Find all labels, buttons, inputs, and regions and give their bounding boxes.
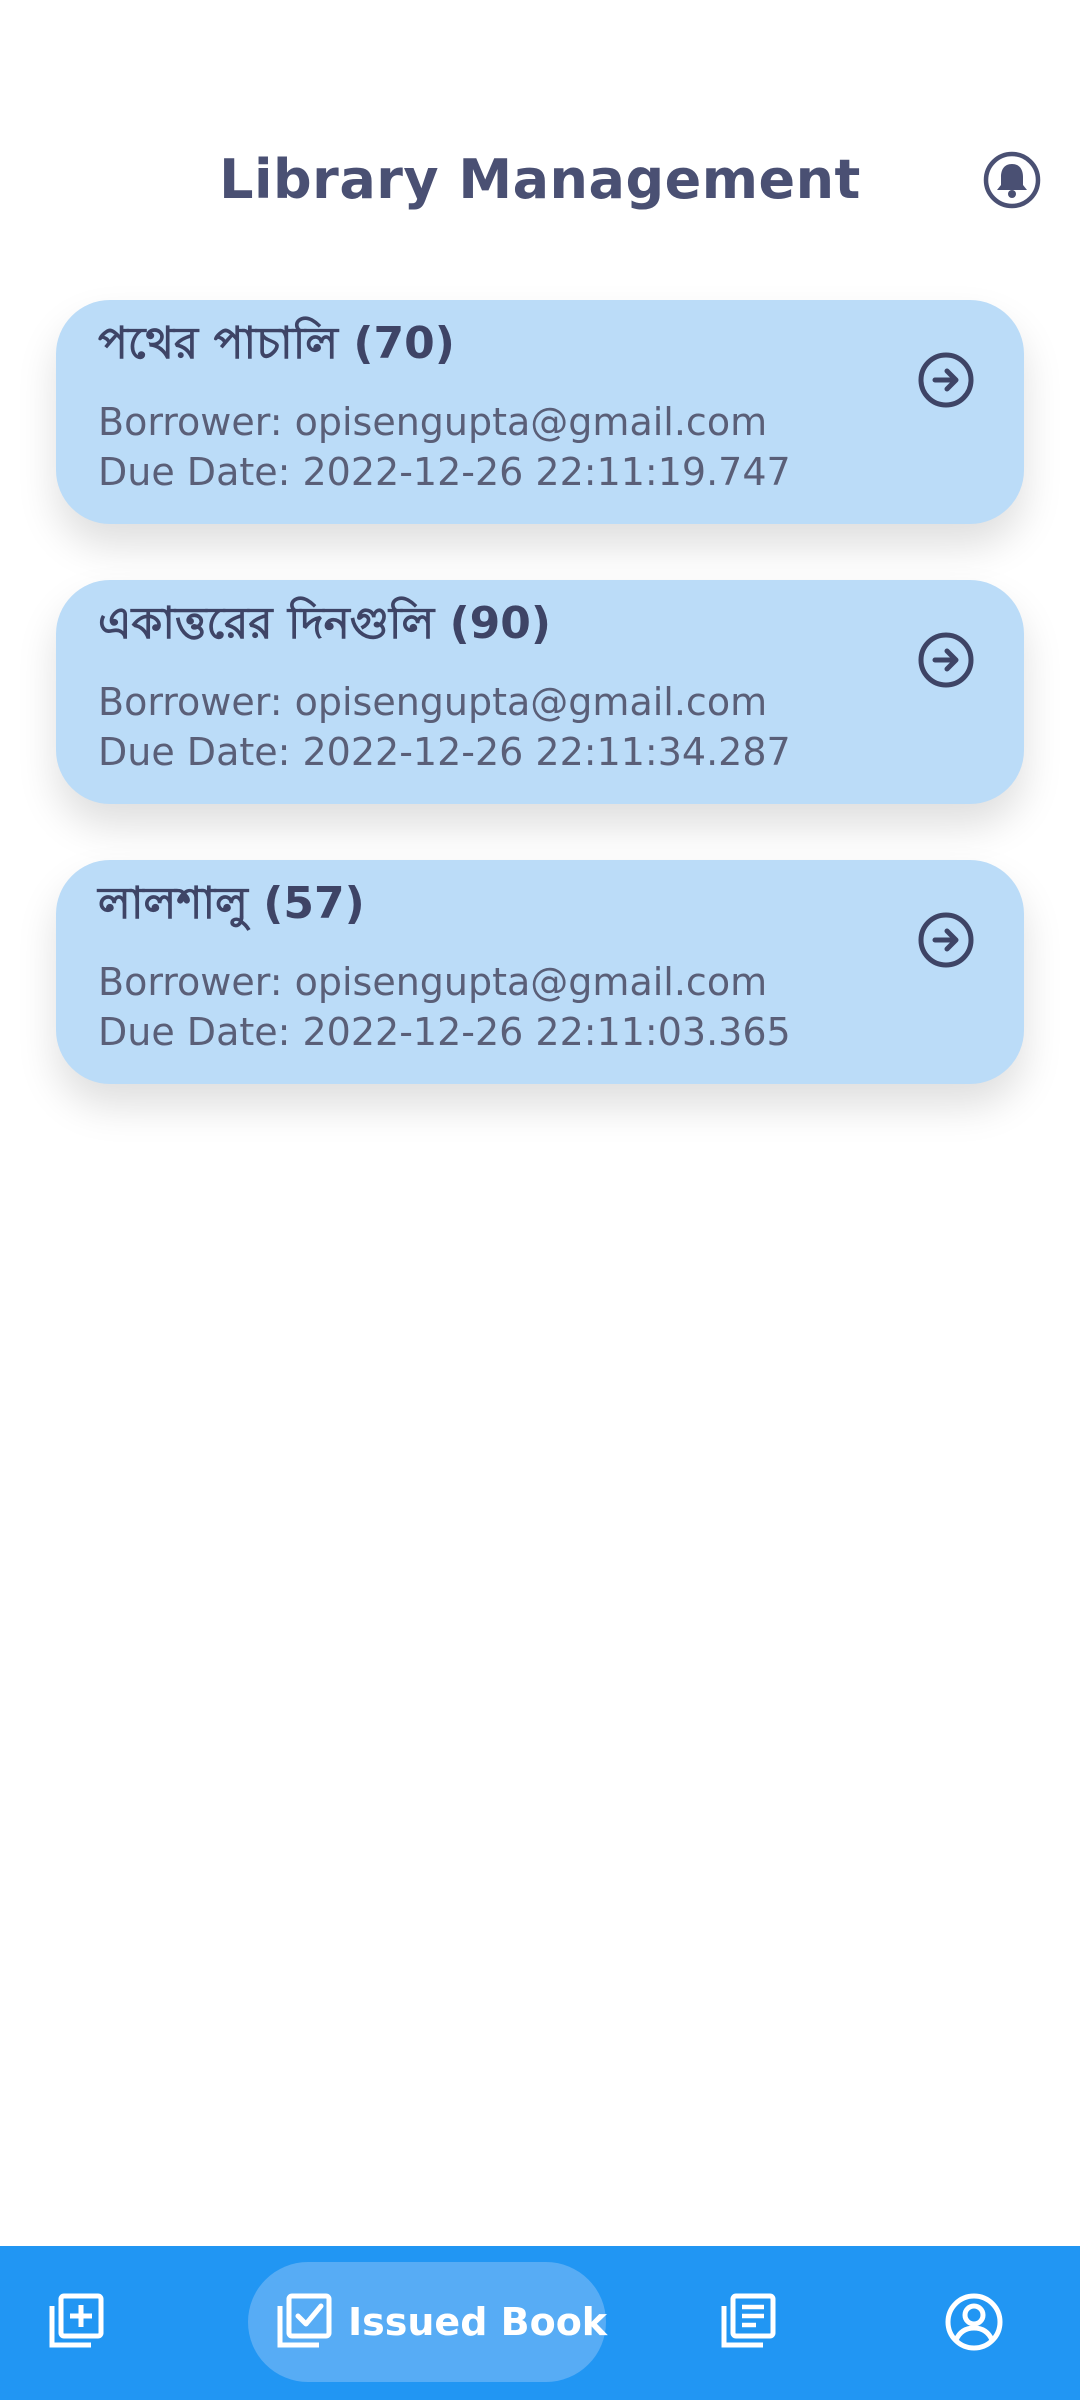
page-title: Library Management [219, 148, 861, 211]
profile-icon [945, 2293, 1003, 2351]
arrow-right-circle-icon [918, 912, 974, 968]
nav-issued-book[interactable]: Issued Book [248, 2262, 608, 2382]
book-list-icon [721, 2293, 776, 2348]
bottom-navigation-bar: Issued Book [0, 2246, 1080, 2400]
book-title: একাত্তরের দিনগুলি (90) [98, 598, 552, 649]
due-date-text: Due Date: 2022-12-26 22:11:19.747 [98, 450, 791, 494]
bell-icon [983, 151, 1041, 209]
issued-book-card[interactable]: লালশালু (57) Borrower: opisengupta@gmail… [56, 860, 1024, 1084]
open-book-button[interactable] [916, 630, 976, 690]
app-header: Library Management [0, 130, 1080, 230]
notification-button[interactable] [982, 150, 1042, 210]
arrow-right-circle-icon [918, 632, 974, 688]
nav-book-list[interactable] [716, 2290, 780, 2354]
book-title: লালশালু (57) [98, 878, 365, 929]
borrower-text: Borrower: opisengupta@gmail.com [98, 400, 768, 444]
due-date-text: Due Date: 2022-12-26 22:11:03.365 [98, 1010, 791, 1054]
add-book-icon [49, 2293, 104, 2348]
issued-books-list: পথের পাচালি (70) Borrower: opisengupta@g… [56, 300, 1024, 1140]
nav-active-label: Issued Book [348, 2300, 608, 2344]
nav-add-book[interactable] [44, 2290, 108, 2354]
borrower-text: Borrower: opisengupta@gmail.com [98, 960, 768, 1004]
book-title: পথের পাচালি (70) [98, 318, 455, 369]
issued-book-card[interactable]: একাত্তরের দিনগুলি (90) Borrower: opiseng… [56, 580, 1024, 804]
open-book-button[interactable] [916, 350, 976, 410]
issued-book-icon [277, 2293, 332, 2348]
library-issued-books-screen: Library Management পথের পাচালি (70) Borr… [0, 0, 1080, 2400]
issued-book-card[interactable]: পথের পাচালি (70) Borrower: opisengupta@g… [56, 300, 1024, 524]
nav-profile[interactable] [942, 2290, 1006, 2354]
arrow-right-circle-icon [918, 352, 974, 408]
borrower-text: Borrower: opisengupta@gmail.com [98, 680, 768, 724]
open-book-button[interactable] [916, 910, 976, 970]
due-date-text: Due Date: 2022-12-26 22:11:34.287 [98, 730, 791, 774]
